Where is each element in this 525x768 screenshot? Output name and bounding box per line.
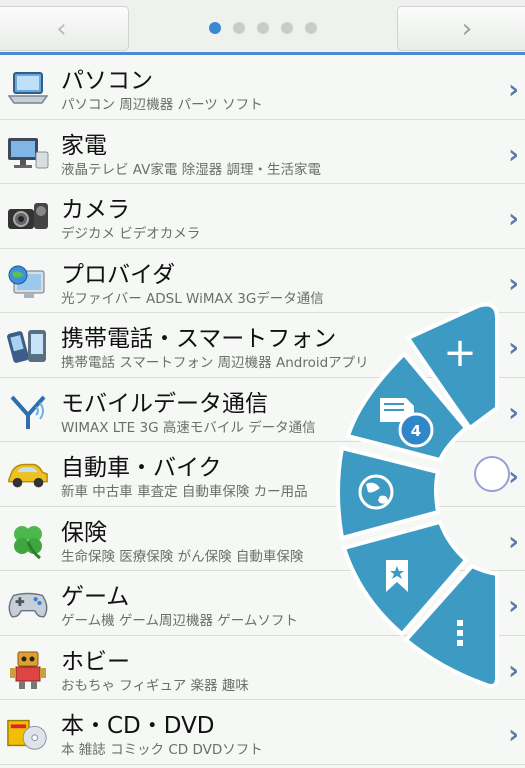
chevron-left-icon: ‹ (56, 13, 67, 44)
camera-icon (6, 197, 50, 237)
category-subtitle: 携帯電話 スマートフォン 周辺機器 Androidアプリ (61, 355, 369, 371)
page-indicator (209, 22, 317, 34)
car-icon (6, 455, 50, 495)
chevron-right-icon: › (508, 75, 519, 105)
chevron-right-icon: › (508, 720, 519, 750)
category-title: ゲーム (61, 584, 130, 610)
category-title: 本・CD・DVD (61, 713, 215, 739)
chevron-right-icon: › (508, 591, 519, 621)
globe-computer-icon (6, 262, 50, 302)
chevron-right-icon: › (461, 13, 473, 44)
category-item-appliances[interactable]: 家電 液晶テレビ AV家電 除湿器 調理・生活家電 › (0, 119, 525, 184)
page-dot[interactable] (257, 22, 269, 34)
chevron-right-icon: › (508, 268, 519, 299)
page-dot[interactable] (233, 22, 245, 34)
next-page-button[interactable]: › (397, 6, 525, 51)
category-subtitle: 新車 中古車 車査定 自動車保険 カー用品 (61, 484, 308, 500)
category-item-camera[interactable]: カメラ デジカメ ビデオカメラ › (0, 184, 525, 249)
chevron-right-icon: › (508, 204, 519, 234)
gamepad-icon (6, 584, 50, 624)
category-title: 家電 (61, 132, 107, 159)
chevron-right-icon: › (508, 655, 519, 686)
category-title: パソコン (61, 68, 153, 94)
book-cd-icon (6, 713, 50, 753)
clover-icon (6, 520, 50, 560)
chevron-right-icon: › (508, 462, 519, 492)
plus-icon: + (443, 330, 477, 376)
category-title: ホビー (61, 648, 130, 675)
laptop-icon (6, 68, 50, 108)
previous-page-button[interactable]: ‹ (0, 6, 129, 51)
badge-count: 4 (411, 422, 421, 440)
page-dot[interactable] (209, 22, 221, 34)
category-subtitle: パソコン 周辺機器 パーツ ソフト (61, 97, 263, 113)
category-title: カメラ (61, 197, 130, 223)
category-item-provider[interactable]: プロバイダ 光ファイバー ADSL WiMAX 3Gデータ通信 › (0, 248, 525, 313)
category-title: 自動車・バイク (61, 455, 222, 481)
page-dot[interactable] (281, 22, 293, 34)
more-options-icon (457, 620, 463, 646)
category-subtitle: おもちゃ フィギュア 楽器 趣味 (61, 677, 249, 694)
chevron-right-icon: › (508, 526, 519, 557)
mobile-phone-icon (6, 326, 50, 366)
robot-icon (6, 649, 50, 689)
category-title: モバイルデータ通信 (61, 390, 268, 417)
category-item-books[interactable]: 本・CD・DVD 本 雑誌 コミック CD DVDソフト › (0, 700, 525, 765)
top-navigation-bar: ‹ › (0, 0, 525, 55)
chevron-right-icon: › (508, 139, 519, 170)
antenna-icon (6, 391, 50, 431)
category-title: 携帯電話・スマートフォン (61, 326, 337, 352)
page-dot[interactable] (305, 22, 317, 34)
category-subtitle: ゲーム機 ゲーム周辺機器 ゲームソフト (61, 613, 298, 629)
category-subtitle: デジカメ ビデオカメラ (61, 226, 201, 242)
tv-icon (6, 133, 50, 173)
category-title: プロバイダ (61, 261, 176, 288)
category-title: 保険 (61, 519, 107, 546)
category-subtitle: 光ファイバー ADSL WiMAX 3Gデータ通信 (61, 290, 324, 307)
category-subtitle: WIMAX LTE 3G 高速モバイル データ通信 (61, 419, 316, 436)
chevron-right-icon: › (508, 333, 519, 363)
category-item-pc[interactable]: パソコン パソコン 周辺機器 パーツ ソフト › (0, 55, 525, 120)
category-subtitle: 生命保険 医療保険 がん保険 自動車保険 (61, 548, 304, 565)
category-subtitle: 液晶テレビ AV家電 除湿器 調理・生活家電 (61, 161, 321, 178)
chevron-right-icon: › (508, 397, 519, 428)
category-subtitle: 本 雑誌 コミック CD DVDソフト (61, 742, 263, 758)
